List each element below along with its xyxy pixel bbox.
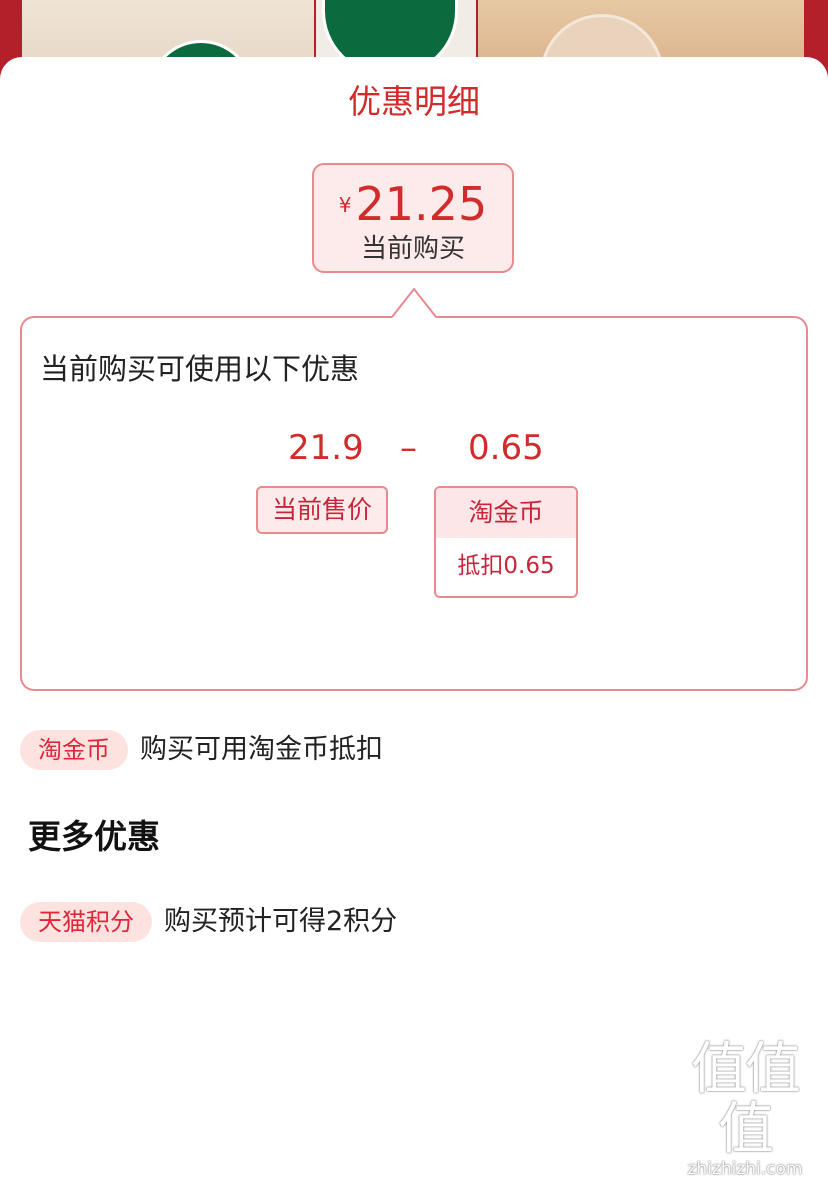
pointer-arrow-icon bbox=[392, 288, 436, 318]
tmall-points-row[interactable]: 天猫积分 购买预计可得2积分 bbox=[20, 902, 397, 942]
more-offers-title: 更多优惠 bbox=[28, 817, 160, 856]
discount-value: 0.65 bbox=[468, 428, 544, 468]
site-watermark: 值值值 zhizhizhi.com bbox=[670, 1037, 820, 1179]
current-price-row: ¥21.25 bbox=[314, 179, 512, 229]
taojinbi-row-text: 购买可用淘金币抵扣 bbox=[140, 734, 383, 765]
taojinbi-tag-value: 抵扣0.65 bbox=[457, 553, 555, 579]
minus-operator: – bbox=[400, 428, 417, 468]
taojinbi-badge: 淘金币 bbox=[20, 730, 128, 770]
tmall-points-badge: 天猫积分 bbox=[20, 902, 152, 942]
current-price-amount: 21.25 bbox=[355, 177, 488, 231]
watermark-url: zhizhizhi.com bbox=[687, 1159, 803, 1179]
breakdown-heading: 当前购买可使用以下优惠 bbox=[40, 352, 360, 386]
taojinbi-row[interactable]: 淘金币 购买可用淘金币抵扣 bbox=[20, 730, 383, 770]
currency-symbol: ¥ bbox=[338, 193, 352, 217]
sheet-title: 优惠明细 bbox=[348, 82, 480, 121]
taojinbi-discount-tag: 淘金币 抵扣0.65 bbox=[434, 486, 578, 598]
tmall-points-row-text: 购买预计可得2积分 bbox=[164, 906, 398, 937]
base-price-value: 21.9 bbox=[288, 428, 364, 468]
current-price-label: 当前购买 bbox=[360, 234, 465, 264]
base-price-tag: 当前售价 bbox=[256, 486, 388, 534]
current-price-box: ¥21.25 当前购买 bbox=[312, 163, 514, 273]
discount-breakdown-box: 当前购买可使用以下优惠 21.9 – 0.65 当前售价 淘金币 抵扣0.65 bbox=[20, 316, 808, 691]
taojinbi-tag-title: 淘金币 bbox=[436, 488, 576, 538]
watermark-logo: 值值值 bbox=[691, 1037, 801, 1162]
